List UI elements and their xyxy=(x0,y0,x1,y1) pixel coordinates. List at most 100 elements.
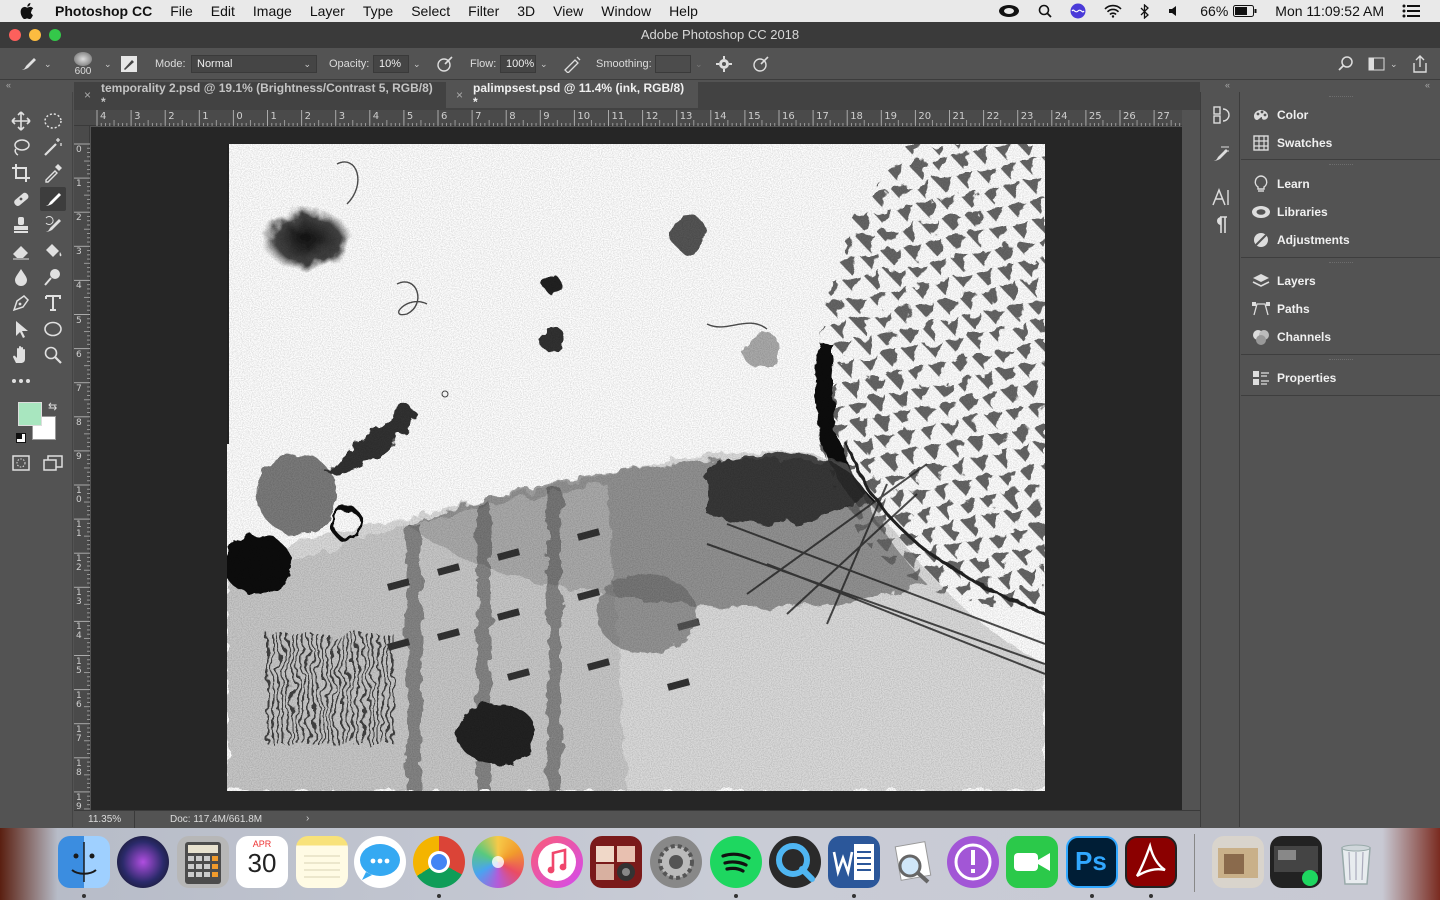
spotify-icon[interactable] xyxy=(710,836,762,888)
system-preferences-icon[interactable] xyxy=(650,836,702,888)
document-canvas[interactable] xyxy=(227,144,1045,791)
photoshop-icon[interactable]: Ps xyxy=(1066,836,1118,888)
panel-channels[interactable]: Channels xyxy=(1251,326,1431,348)
path-selection-tool-icon[interactable] xyxy=(8,317,34,341)
magic-wand-tool-icon[interactable] xyxy=(40,135,66,159)
menu-image[interactable]: Image xyxy=(244,0,301,22)
calendar-icon[interactable]: APR 30 xyxy=(236,836,288,888)
menu-3d[interactable]: 3D xyxy=(508,0,544,22)
zoom-tool-icon[interactable] xyxy=(40,343,66,367)
default-colors-icon[interactable] xyxy=(16,433,26,443)
menu-filter[interactable]: Filter xyxy=(459,0,508,22)
close-window-button[interactable] xyxy=(9,29,21,41)
panel-learn[interactable]: Learn xyxy=(1251,173,1431,195)
close-tab-icon[interactable]: × xyxy=(84,88,91,102)
clock[interactable]: Mon 11:09:52 AM xyxy=(1275,3,1384,19)
brush-size-picker[interactable]: 600 xyxy=(74,48,92,80)
panel-properties[interactable]: Properties xyxy=(1251,367,1431,389)
panel-grip[interactable] xyxy=(1329,262,1353,265)
spotlight-icon[interactable] xyxy=(1038,4,1052,18)
brush-tool-preset-icon[interactable]: ⌄ xyxy=(18,48,52,80)
menu-type[interactable]: Type xyxy=(354,0,402,22)
quick-mask-icon[interactable] xyxy=(8,451,34,475)
feedback-icon[interactable] xyxy=(947,836,999,888)
downloads-icon[interactable] xyxy=(1212,836,1264,888)
photo-booth-icon[interactable] xyxy=(590,836,642,888)
opacity-field[interactable]: 10% ⌄ xyxy=(373,48,421,80)
brush-tool-icon[interactable] xyxy=(40,187,66,211)
status-menu-chevron-icon[interactable]: › xyxy=(306,813,309,824)
brush-picker-chevron-icon[interactable]: ⌄ xyxy=(100,48,112,80)
panel-swatches[interactable]: Swatches xyxy=(1251,132,1431,154)
menu-select[interactable]: Select xyxy=(402,0,459,22)
brush-settings-panel-toggle-icon[interactable] xyxy=(120,48,138,80)
panel-libraries[interactable]: Libraries xyxy=(1251,201,1431,223)
clone-stamp-tool-icon[interactable] xyxy=(8,213,34,237)
tab-temporality[interactable]: × temporality 2.psd @ 19.1% (Brightness/… xyxy=(74,81,446,109)
eraser-tool-icon[interactable] xyxy=(8,239,34,263)
history-panel-icon[interactable] xyxy=(1209,103,1233,127)
calculator-icon[interactable] xyxy=(177,836,229,888)
siri-icon[interactable] xyxy=(117,836,169,888)
quicktime-icon[interactable] xyxy=(769,836,821,888)
dodge-tool-icon[interactable] xyxy=(40,265,66,289)
eyedropper-tool-icon[interactable] xyxy=(40,161,66,185)
menu-help[interactable]: Help xyxy=(660,0,707,22)
battery-percent[interactable]: 66% xyxy=(1200,3,1228,19)
lasso-tool-icon[interactable] xyxy=(8,135,34,159)
panel-layers[interactable]: Layers xyxy=(1251,270,1431,292)
creative-cloud-icon[interactable] xyxy=(998,4,1020,18)
share-icon[interactable] xyxy=(1412,48,1428,80)
bluetooth-icon[interactable] xyxy=(1140,3,1150,19)
foreground-color-swatch[interactable] xyxy=(18,402,42,426)
facetime-icon[interactable] xyxy=(1006,836,1058,888)
pressure-size-icon[interactable] xyxy=(752,48,770,80)
word-icon[interactable] xyxy=(828,836,880,888)
battery-icon[interactable] xyxy=(1233,5,1257,17)
move-tool-icon[interactable] xyxy=(8,109,34,133)
vertical-scrollbar[interactable] xyxy=(1182,110,1200,810)
mode-select[interactable]: Normal ⌄ xyxy=(191,48,317,80)
type-tool-icon[interactable] xyxy=(40,291,66,315)
siri-icon[interactable] xyxy=(1070,3,1086,19)
crop-tool-icon[interactable] xyxy=(8,161,34,185)
itunes-icon[interactable] xyxy=(531,836,583,888)
brush-settings-icon[interactable] xyxy=(1209,142,1233,166)
zoom-level[interactable]: 11.35% xyxy=(88,814,121,825)
apple-icon[interactable] xyxy=(20,0,40,22)
wifi-icon[interactable] xyxy=(1104,4,1122,18)
hand-tool-icon[interactable] xyxy=(8,343,34,367)
opacity-chevron-icon[interactable]: ⌄ xyxy=(413,59,421,70)
collapse-toolbar-icon[interactable]: « xyxy=(6,80,11,90)
panel-paths[interactable]: Paths xyxy=(1251,298,1431,320)
notes-icon[interactable] xyxy=(296,836,348,888)
panel-grip[interactable] xyxy=(1329,359,1353,362)
panel-adjustments[interactable]: Adjustments xyxy=(1251,229,1431,251)
panel-grip[interactable] xyxy=(1329,96,1353,99)
paragraph-panel-icon[interactable] xyxy=(1209,213,1233,237)
swap-colors-icon[interactable]: ⇆ xyxy=(48,400,57,413)
history-brush-tool-icon[interactable] xyxy=(40,213,66,237)
collapse-panels-icon[interactable]: « xyxy=(1425,80,1430,90)
airbrush-icon[interactable] xyxy=(562,48,582,80)
ellipse-tool-icon[interactable] xyxy=(40,317,66,341)
zoom-window-button[interactable] xyxy=(49,29,61,41)
finder-icon[interactable] xyxy=(58,836,110,888)
character-panel-icon[interactable] xyxy=(1209,185,1233,209)
menu-edit[interactable]: Edit xyxy=(202,0,244,22)
menu-layer[interactable]: Layer xyxy=(301,0,354,22)
smoothing-options-gear-icon[interactable] xyxy=(715,48,733,80)
smoothing-field[interactable]: ⌄ xyxy=(655,48,703,80)
tab-palimpsest[interactable]: × palimpsest.psd @ 11.4% (ink, RGB/8) * xyxy=(446,81,698,109)
workspace-switcher-icon[interactable]: ⌄ xyxy=(1368,48,1398,80)
pen-tool-icon[interactable] xyxy=(8,291,34,315)
panel-grip[interactable] xyxy=(1329,164,1353,167)
menu-file[interactable]: File xyxy=(161,0,202,22)
pressure-opacity-icon[interactable] xyxy=(436,48,454,80)
minimize-window-button[interactable] xyxy=(29,29,41,41)
chrome-icon[interactable] xyxy=(413,836,465,888)
flow-field[interactable]: 100% ⌄ xyxy=(500,48,548,80)
volume-icon[interactable] xyxy=(1168,5,1182,17)
edit-toolbar-icon[interactable] xyxy=(8,369,34,393)
trash-icon[interactable] xyxy=(1330,836,1382,888)
